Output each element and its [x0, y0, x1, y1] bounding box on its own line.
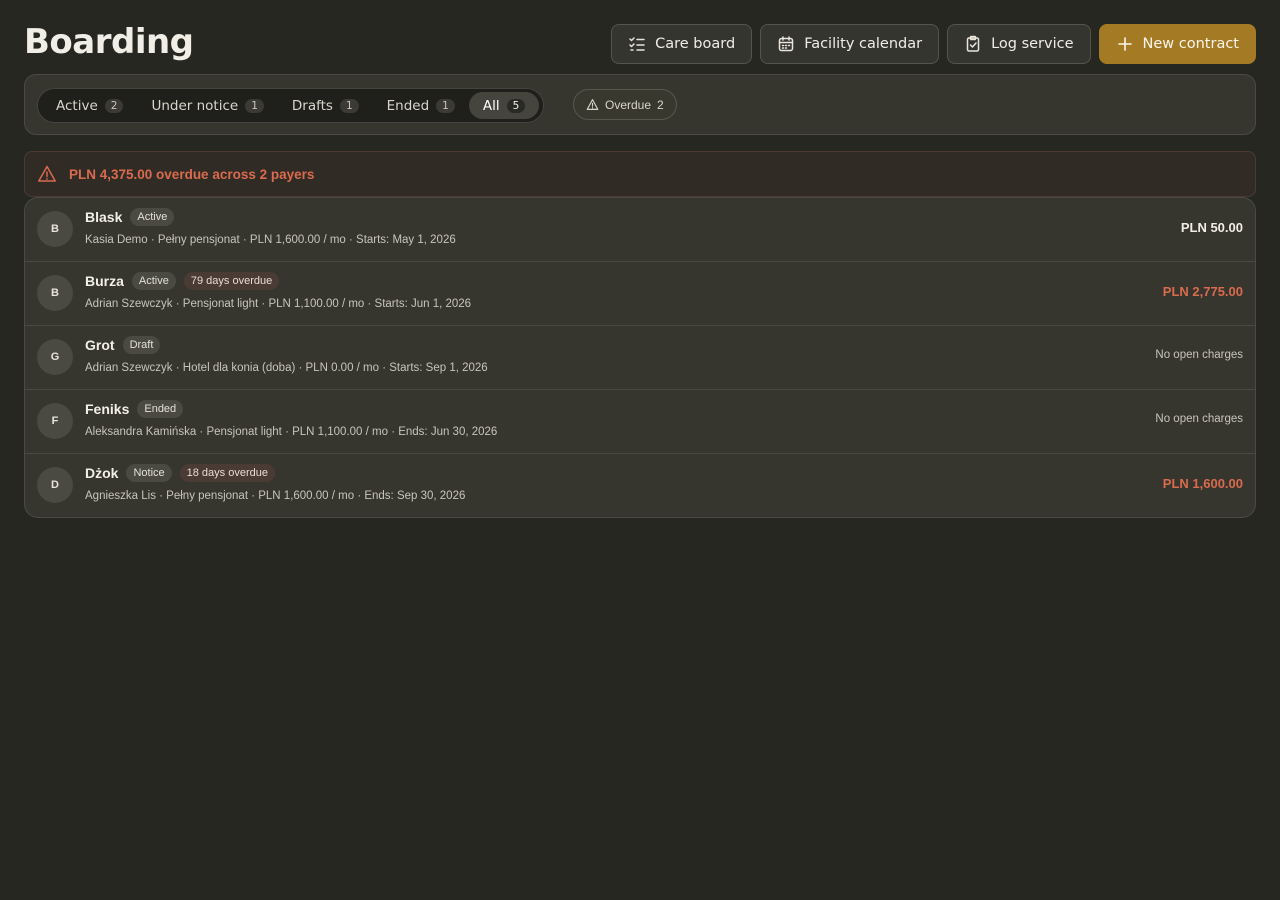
row-header: Blask Active	[85, 208, 175, 226]
avatar: D	[37, 467, 73, 503]
tab-label: Drafts	[291, 97, 333, 114]
list-item[interactable]: G Grot Draft Adrian Szewczyk · Hotel dla…	[25, 325, 1255, 389]
status-badge: Active	[131, 272, 176, 290]
overdue-count: 2	[657, 97, 664, 112]
horse-name: Feniks	[85, 401, 130, 417]
avatar: B	[37, 275, 73, 311]
tab-count: 2	[104, 98, 124, 113]
tab-label: Under notice	[151, 97, 239, 114]
tab-active[interactable]: Active 2	[42, 92, 137, 119]
open-balance: PLN 1,600.00	[1162, 476, 1243, 491]
new-contract-button[interactable]: New contract	[1098, 24, 1256, 64]
status-badge: Ended	[137, 400, 184, 418]
row-header: Burza Active 79 days overdue	[85, 272, 280, 290]
contract-details: Adrian Szewczyk · Hotel dla konia (doba)…	[85, 362, 488, 374]
overdue-label: Overdue	[605, 97, 652, 112]
tab-label: All	[482, 97, 500, 114]
care-board-button[interactable]: Care board	[611, 24, 753, 64]
status-badge: Active	[130, 208, 175, 226]
header-actions: Care board Facility calendar Log service…	[611, 24, 1256, 64]
checklist-icon	[629, 37, 645, 51]
page-title: Boarding	[24, 22, 194, 62]
tab-count: 1	[245, 98, 264, 113]
list-item[interactable]: B Burza Active 79 days overdue Adrian Sz…	[25, 261, 1255, 325]
tab-drafts[interactable]: Drafts 1	[278, 92, 373, 119]
clipboard-check-icon	[966, 35, 980, 52]
overdue-badge: 18 days overdue	[179, 464, 275, 482]
horse-name: Grot	[85, 337, 115, 353]
contract-details: Adrian Szewczyk · Pensjonat light · PLN …	[85, 298, 472, 310]
horse-name: Blask	[85, 209, 123, 225]
tab-count: 5	[506, 98, 526, 113]
filter-panel: Active 2 Under notice 1 Drafts 1 Ended 1…	[24, 74, 1256, 135]
alert-text: PLN 4,375.00 overdue across 2 payers	[69, 166, 315, 182]
horse-name: Dżok	[85, 465, 119, 481]
contract-details: Kasia Demo · Pełny pensjonat · PLN 1,600…	[85, 234, 456, 246]
open-balance: PLN 50.00	[1180, 220, 1243, 235]
contract-details: Agnieszka Lis · Pełny pensjonat · PLN 1,…	[85, 490, 466, 502]
care-board-label: Care board	[655, 36, 736, 52]
open-balance: No open charges	[1155, 413, 1243, 425]
open-balance: No open charges	[1155, 349, 1243, 361]
horse-name: Burza	[85, 273, 124, 289]
tab-ended[interactable]: Ended 1	[373, 92, 469, 119]
tab-label: Active	[56, 97, 98, 114]
row-header: Dżok Notice 18 days overdue	[85, 464, 275, 482]
contracts-list: B Blask Active Kasia Demo · Pełny pensjo…	[24, 197, 1256, 518]
calendar-icon	[778, 36, 794, 52]
row-header: Grot Draft	[85, 336, 161, 354]
row-header: Feniks Ended	[85, 400, 184, 418]
facility-calendar-button[interactable]: Facility calendar	[760, 24, 940, 64]
new-contract-label: New contract	[1142, 36, 1239, 52]
list-item[interactable]: B Blask Active Kasia Demo · Pełny pensjo…	[25, 198, 1255, 261]
warning-icon	[38, 165, 56, 182]
overdue-badge: 79 days overdue	[183, 272, 280, 290]
overdue-filter-toggle[interactable]: Overdue 2	[573, 89, 677, 120]
tab-count: 1	[436, 98, 455, 113]
tab-count: 1	[339, 98, 359, 113]
status-badge: Draft	[122, 336, 161, 354]
status-filter-tabs: Active 2 Under notice 1 Drafts 1 Ended 1…	[37, 88, 545, 123]
warning-icon	[586, 99, 599, 110]
open-balance: PLN 2,775.00	[1162, 284, 1243, 299]
tab-label: Ended	[386, 97, 430, 114]
list-item[interactable]: D Dżok Notice 18 days overdue Agnieszka …	[25, 453, 1255, 517]
overdue-alert-banner: PLN 4,375.00 overdue across 2 payers	[24, 151, 1256, 197]
avatar: G	[37, 339, 73, 375]
tab-under-notice[interactable]: Under notice 1	[137, 92, 277, 119]
facility-calendar-label: Facility calendar	[804, 36, 923, 52]
list-item[interactable]: F Feniks Ended Aleksandra Kamińska · Pen…	[25, 389, 1255, 453]
tab-all[interactable]: All 5	[468, 92, 540, 119]
plus-icon	[1117, 37, 1132, 51]
log-service-label: Log service	[991, 36, 1074, 52]
log-service-button[interactable]: Log service	[947, 24, 1091, 64]
avatar: F	[37, 403, 73, 439]
avatar: B	[37, 211, 73, 247]
contract-details: Aleksandra Kamińska · Pensjonat light · …	[85, 426, 498, 438]
status-badge: Notice	[126, 464, 172, 482]
